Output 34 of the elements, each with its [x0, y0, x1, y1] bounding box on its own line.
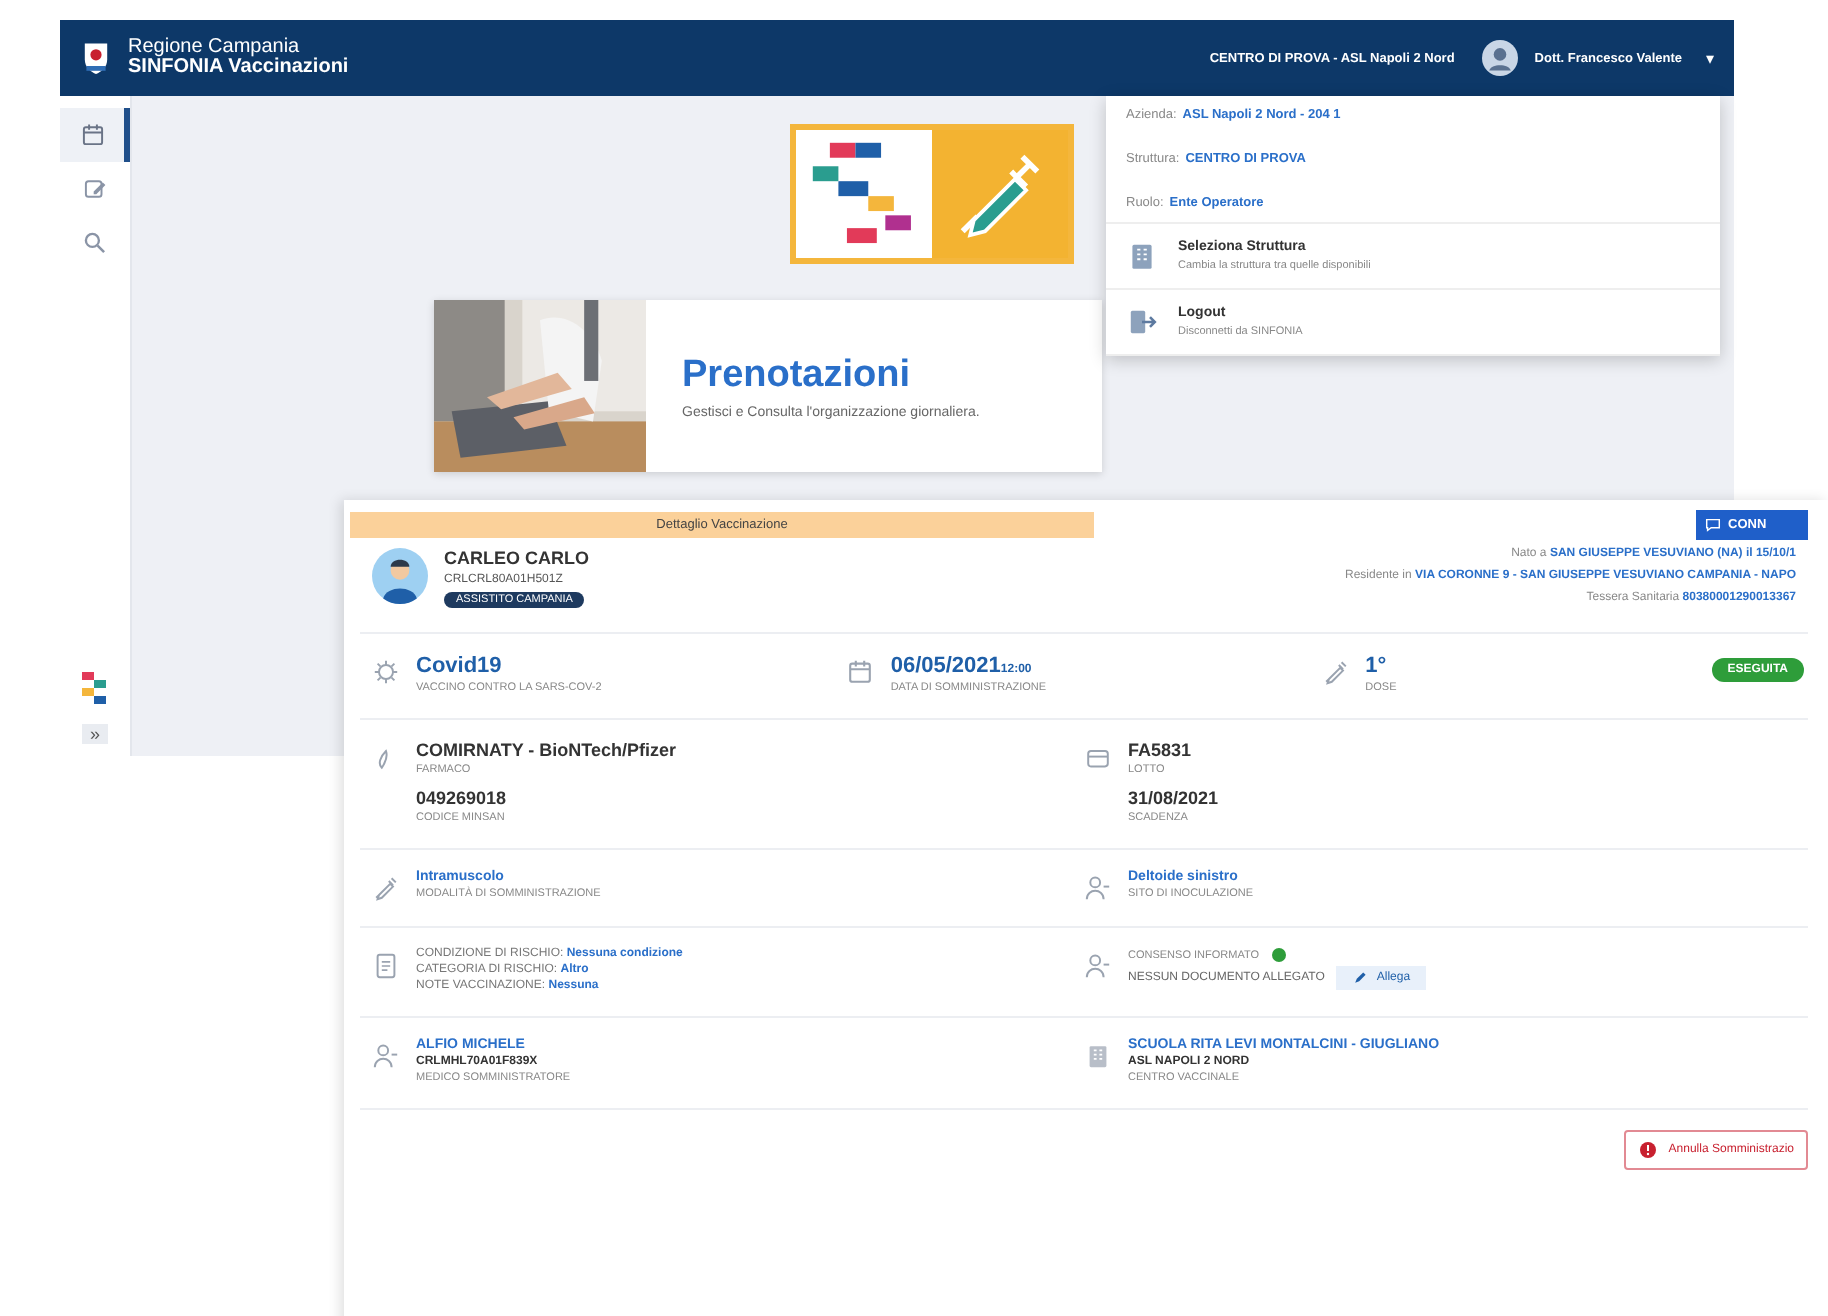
chat-icon [1704, 516, 1722, 534]
patient-name: CARLEO CARLO [444, 548, 589, 568]
edit-icon [82, 176, 108, 202]
person-icon [1084, 874, 1112, 902]
person-icon [372, 1042, 400, 1070]
search-icon [82, 230, 108, 256]
caret-icon[interactable]: ▾ [1706, 49, 1714, 67]
collapse-toggle[interactable]: » [81, 724, 108, 744]
building-icon [1126, 240, 1158, 272]
field-value: 1° [1365, 654, 1389, 678]
crest-icon [80, 40, 112, 76]
calendar-icon [846, 658, 875, 686]
card-title: Prenotazioni [682, 353, 913, 397]
syringe-icon [1321, 658, 1350, 686]
field-value: 049269018 [416, 788, 509, 808]
virus-icon [372, 658, 400, 686]
pen-icon [1352, 970, 1369, 986]
region-name: Regione Campania [128, 37, 302, 57]
box-icon [1084, 744, 1112, 772]
syringe-icon [372, 874, 400, 902]
avatar-icon[interactable] [1482, 40, 1519, 76]
building-icon [1084, 1042, 1112, 1070]
patient-avatar-icon [372, 548, 428, 604]
field-value: 31/08/2021 [1128, 788, 1219, 808]
logout-icon [1126, 306, 1158, 338]
calendar-icon [79, 122, 105, 148]
field-value: FA5831 [1128, 740, 1194, 760]
field-value: COMIRNATY - BioNTech/Pfizer [416, 740, 677, 760]
document-icon [372, 952, 400, 980]
person-icon [1084, 952, 1112, 980]
sidebar-item[interactable] [60, 108, 130, 162]
app-name: SINFONIA Vaccinazioni [128, 58, 349, 79]
field-value: Covid19 [416, 654, 504, 678]
error-icon [1638, 1140, 1659, 1160]
